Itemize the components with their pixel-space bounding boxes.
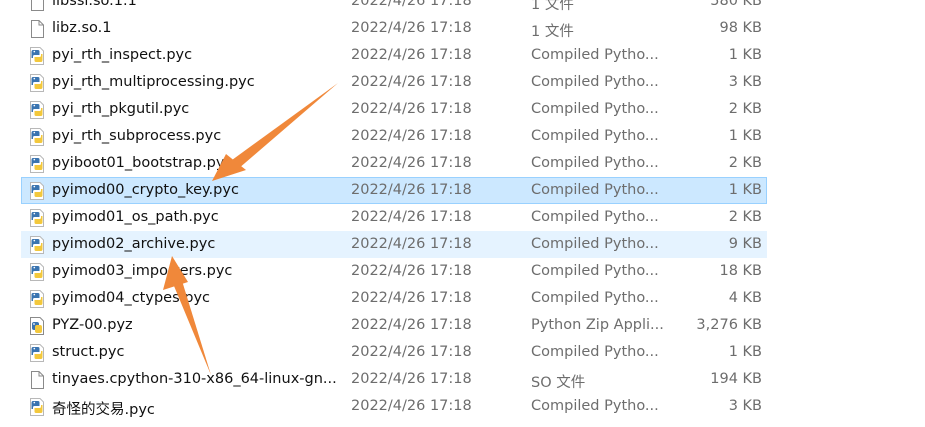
python-compiled-icon — [29, 128, 45, 146]
python-compiled-icon — [29, 344, 45, 362]
python-compiled-icon — [29, 74, 45, 92]
file-row[interactable]: pyi_rth_pkgutil.pyc 2022/4/26 17:18 Compil… — [21, 96, 767, 123]
file-type: Python Zip Appli... — [531, 317, 664, 333]
file-row[interactable]: pyiboot01_bootstrap.pyc 2022/4/26 17:18 Co… — [21, 150, 767, 177]
file-size: 1 KB — [728, 344, 762, 360]
file-date-modified: 2022/4/26 17:18 — [351, 290, 472, 306]
file-size: 2 KB — [728, 209, 762, 225]
file-date-modified: 2022/4/26 17:18 — [351, 236, 472, 252]
file-type: Compiled Pytho... — [531, 47, 659, 63]
file-row[interactable]: struct.pyc 2022/4/26 17:18 Compiled Pytho.… — [21, 339, 767, 366]
file-row[interactable]: pyimod02_archive.pyc 2022/4/26 17:18 Compi… — [21, 231, 767, 258]
blank-file-icon — [29, 371, 45, 389]
file-date-modified: 2022/4/26 17:18 — [351, 155, 472, 171]
file-row[interactable]: 奇怪的交易.pyc 2022/4/26 17:18 Compiled Pytho..… — [21, 393, 767, 420]
file-row[interactable]: PYZ-00.pyz 2022/4/26 17:18 Python Zip Appl… — [21, 312, 767, 339]
python-compiled-icon — [29, 263, 45, 281]
file-type: Compiled Pytho... — [531, 290, 659, 306]
file-type: Compiled Pytho... — [531, 398, 659, 414]
file-type: Compiled Pytho... — [531, 344, 659, 360]
file-name: pyimod00_crypto_key.pyc — [52, 182, 239, 198]
python-compiled-icon — [29, 209, 45, 227]
file-row[interactable]: libssl.so.1.1 2022/4/26 17:18 1 文件 580 KB — [21, 0, 767, 15]
file-date-modified: 2022/4/26 17:18 — [351, 182, 472, 198]
file-date-modified: 2022/4/26 17:18 — [351, 101, 472, 117]
file-date-modified: 2022/4/26 17:18 — [351, 0, 472, 9]
python-compiled-icon — [29, 155, 45, 173]
file-row[interactable]: pyi_rth_multiprocessing.pyc 2022/4/26 17:… — [21, 69, 767, 96]
file-date-modified: 2022/4/26 17:18 — [351, 344, 472, 360]
file-name: pyimod04_ctypes.pyc — [52, 290, 210, 306]
file-date-modified: 2022/4/26 17:18 — [351, 47, 472, 63]
python-compiled-icon — [29, 398, 45, 416]
file-type: Compiled Pytho... — [531, 74, 659, 90]
file-size: 18 KB — [719, 263, 762, 279]
file-size: 3 KB — [728, 74, 762, 90]
file-type: Compiled Pytho... — [531, 263, 659, 279]
file-row[interactable]: pyi_rth_subprocess.pyc 2022/4/26 17:18 Com… — [21, 123, 767, 150]
file-date-modified: 2022/4/26 17:18 — [351, 128, 472, 144]
file-row[interactable]: pyi_rth_inspect.pyc 2022/4/26 17:18 Compil… — [21, 42, 767, 69]
file-name: pyi_rth_pkgutil.pyc — [52, 101, 190, 117]
file-size: 194 KB — [710, 371, 762, 387]
file-date-modified: 2022/4/26 17:18 — [351, 209, 472, 225]
file-name: tinyaes.cpython-310-x86_64-linux-gn... — [52, 371, 337, 387]
file-row[interactable]: pyimod04_ctypes.pyc 2022/4/26 17:18 Compil… — [21, 285, 767, 312]
file-name: pyi_rth_multiprocessing.pyc — [52, 74, 255, 90]
file-size: 3 KB — [728, 398, 762, 414]
python-zip-icon — [29, 317, 45, 335]
file-name: pyimod03_importers.pyc — [52, 263, 233, 279]
file-size: 580 KB — [710, 0, 762, 9]
file-name: pyimod01_os_path.pyc — [52, 209, 219, 225]
file-list: libssl.so.1.1 2022/4/26 17:18 1 文件 580 KB li… — [0, 0, 925, 420]
file-name: pyimod02_archive.pyc — [52, 236, 216, 252]
file-type: Compiled Pytho... — [531, 101, 659, 117]
file-type: SO 文件 — [531, 375, 586, 391]
file-row[interactable]: tinyaes.cpython-310-x86_64-linux-gn... 20… — [21, 366, 767, 393]
file-date-modified: 2022/4/26 17:18 — [351, 398, 472, 414]
file-type: 1 文件 — [531, 0, 574, 13]
python-compiled-icon — [29, 290, 45, 308]
file-type: Compiled Pytho... — [531, 209, 659, 225]
file-name: pyi_rth_inspect.pyc — [52, 47, 193, 63]
file-size: 98 KB — [719, 20, 762, 36]
file-date-modified: 2022/4/26 17:18 — [351, 20, 472, 36]
file-row[interactable]: libz.so.1 2022/4/26 17:18 1 文件 98 KB — [21, 15, 767, 42]
file-name: 奇怪的交易.pyc — [52, 402, 155, 418]
file-type: 1 文件 — [531, 24, 574, 40]
file-size: 3,276 KB — [696, 317, 762, 333]
file-size: 9 KB — [728, 236, 762, 252]
file-size: 2 KB — [728, 155, 762, 171]
file-name: pyiboot01_bootstrap.pyc — [52, 155, 233, 171]
python-compiled-icon — [29, 47, 45, 65]
file-size: 1 KB — [728, 128, 762, 144]
file-date-modified: 2022/4/26 17:18 — [351, 371, 472, 387]
file-size: 1 KB — [728, 182, 762, 198]
file-date-modified: 2022/4/26 17:18 — [351, 317, 472, 333]
file-row[interactable]: pyimod01_os_path.pyc 2022/4/26 17:18 Compi… — [21, 204, 767, 231]
file-size: 4 KB — [728, 290, 762, 306]
file-name: libssl.so.1.1 — [52, 0, 137, 9]
python-compiled-icon — [29, 182, 45, 200]
file-date-modified: 2022/4/26 17:18 — [351, 74, 472, 90]
file-name: PYZ-00.pyz — [52, 317, 133, 333]
python-compiled-icon — [29, 236, 45, 254]
file-size: 2 KB — [728, 101, 762, 117]
file-row[interactable]: pyimod00_crypto_key.pyc 2022/4/26 17:18 Co… — [21, 177, 767, 204]
file-type: Compiled Pytho... — [531, 236, 659, 252]
blank-file-icon — [29, 0, 45, 11]
file-size: 1 KB — [728, 47, 762, 63]
file-type: Compiled Pytho... — [531, 155, 659, 171]
file-type: Compiled Pytho... — [531, 182, 659, 198]
file-date-modified: 2022/4/26 17:18 — [351, 263, 472, 279]
python-compiled-icon — [29, 101, 45, 119]
file-name: libz.so.1 — [52, 20, 112, 36]
file-type: Compiled Pytho... — [531, 128, 659, 144]
file-row[interactable]: pyimod03_importers.pyc 2022/4/26 17:18 Com… — [21, 258, 767, 285]
file-name: pyi_rth_subprocess.pyc — [52, 128, 222, 144]
file-name: struct.pyc — [52, 344, 125, 360]
blank-file-icon — [29, 20, 45, 38]
